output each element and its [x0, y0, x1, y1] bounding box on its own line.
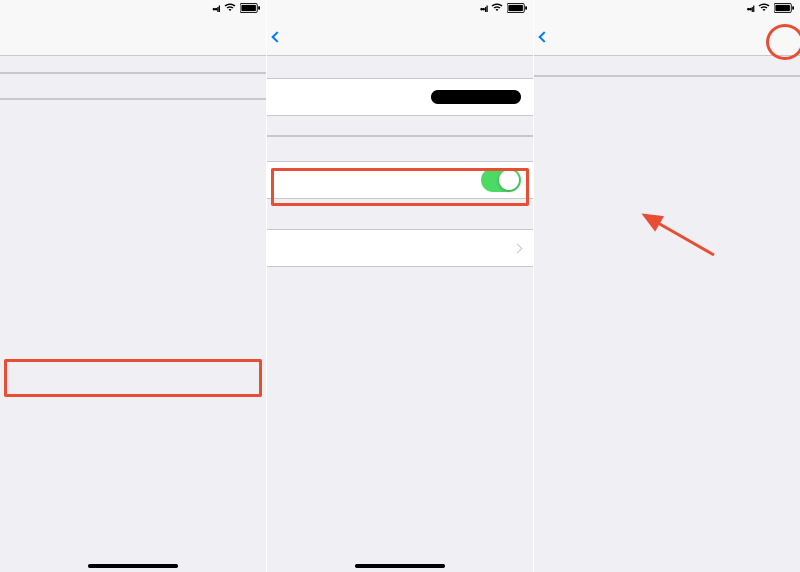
- battery-icon: [240, 3, 260, 16]
- screen-settings: ••ıl: [0, 0, 266, 572]
- battery-icon: [507, 3, 527, 16]
- back-button[interactable]: [273, 33, 283, 41]
- blocking-content[interactable]: [534, 56, 800, 572]
- battery-icon: [774, 3, 794, 16]
- chevron-right-icon: [513, 243, 523, 253]
- section-calls: [267, 116, 534, 135]
- back-button[interactable]: [540, 33, 550, 41]
- phone-content[interactable]: [267, 56, 534, 572]
- my-number-row[interactable]: [267, 79, 534, 115]
- settings-content[interactable]: [0, 56, 266, 572]
- status-bar: ••ıl: [0, 0, 266, 18]
- status-bar: ••ıl: [267, 0, 534, 18]
- chevron-left-icon: [271, 31, 282, 42]
- signal-icon: ••ıl: [480, 4, 487, 14]
- block-footer: [534, 77, 800, 89]
- home-indicator: [88, 564, 178, 568]
- navbar: [534, 18, 800, 56]
- navbar: [267, 18, 534, 56]
- status-right: ••ıl: [747, 3, 794, 16]
- status-bar: ••ıl: [534, 0, 800, 18]
- home-indicator: [355, 564, 445, 568]
- signal-icon: ••ıl: [747, 4, 754, 14]
- redacted-number: [431, 90, 521, 104]
- wifi-icon: [224, 3, 236, 15]
- status-right: ••ıl: [212, 3, 259, 16]
- status-right: ••ıl: [480, 3, 527, 16]
- wifi-icon: [491, 3, 503, 15]
- dial-assist-toggle[interactable]: [481, 168, 521, 192]
- signal-icon: ••ıl: [212, 4, 219, 14]
- navbar: [0, 18, 266, 56]
- chevron-left-icon: [539, 31, 550, 42]
- screen-phone: ••ıl: [267, 0, 534, 572]
- wifi-icon: [758, 3, 770, 15]
- screen-call-blocking: ••ıl: [534, 0, 800, 572]
- dial-assist-row[interactable]: [267, 162, 534, 198]
- section-blocked: [534, 56, 800, 75]
- sim-applications-row[interactable]: [267, 230, 534, 266]
- dial-assist-footer: [267, 199, 534, 211]
